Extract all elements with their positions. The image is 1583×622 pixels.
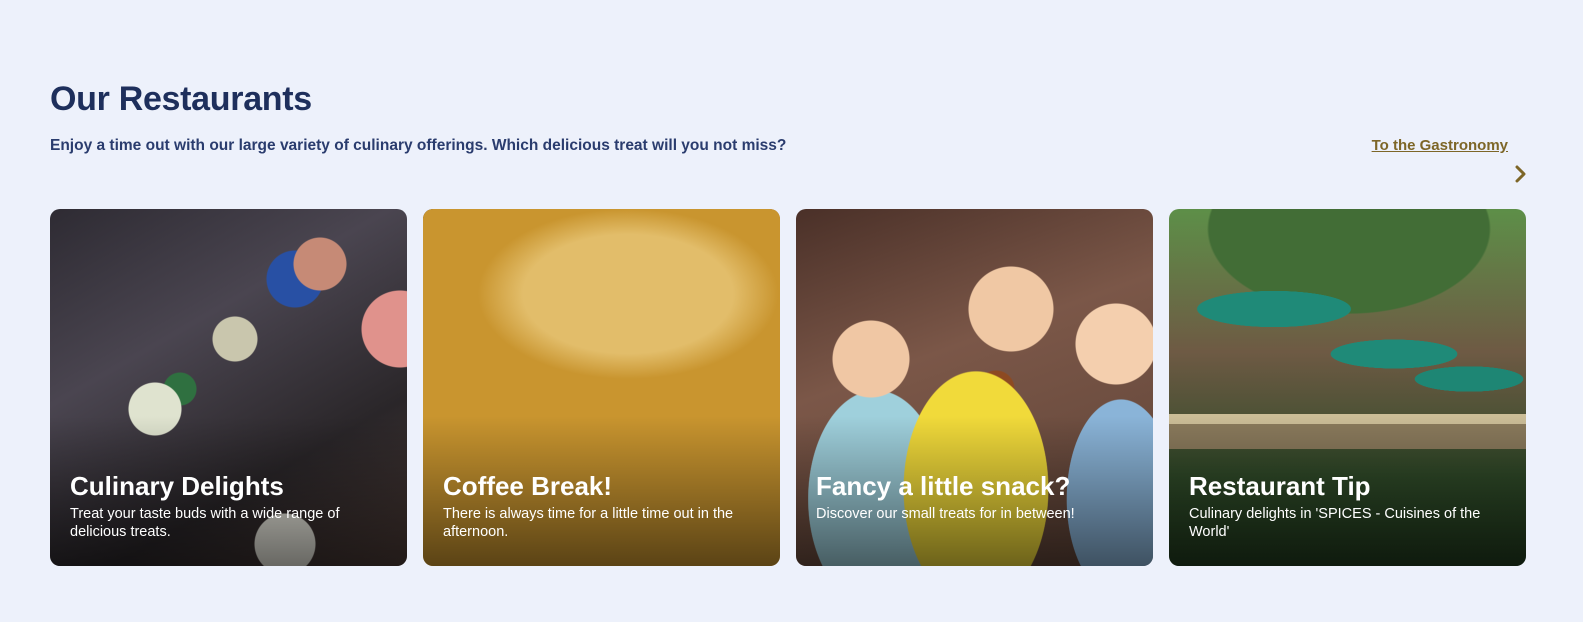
card-title: Culinary Delights bbox=[70, 471, 284, 501]
card-culinary-delights[interactable]: Culinary Delights Treat your taste buds … bbox=[50, 209, 407, 566]
card-description: Discover our small treats for in between… bbox=[816, 506, 1075, 522]
card-restaurant-tip[interactable]: Restaurant Tip Culinary delights in 'SPI… bbox=[1169, 209, 1526, 566]
card-title: Fancy a little snack? bbox=[816, 471, 1071, 501]
carousel-next-button[interactable] bbox=[1511, 164, 1531, 184]
card-description: Treat your taste buds with a wide range … bbox=[70, 506, 340, 540]
restaurant-carousel: Culinary Delights Treat your taste buds … bbox=[50, 209, 1526, 566]
card-title: Restaurant Tip bbox=[1189, 471, 1371, 501]
section-subtitle: Enjoy a time out with our large variety … bbox=[50, 137, 787, 154]
card-coffee-break[interactable]: Coffee Break! There is always time for a… bbox=[423, 209, 780, 566]
to-gastronomy-link[interactable]: To the Gastronomy bbox=[1372, 137, 1508, 154]
card-description: There is always time for a little time o… bbox=[443, 506, 734, 540]
card-snack[interactable]: Fancy a little snack? Discover our small… bbox=[796, 209, 1153, 566]
card-description: Culinary delights in 'SPICES - Cuisines … bbox=[1189, 506, 1481, 540]
card-title: Coffee Break! bbox=[443, 471, 613, 501]
chevron-right-icon bbox=[1515, 165, 1526, 183]
section-title: Our Restaurants bbox=[50, 80, 312, 118]
